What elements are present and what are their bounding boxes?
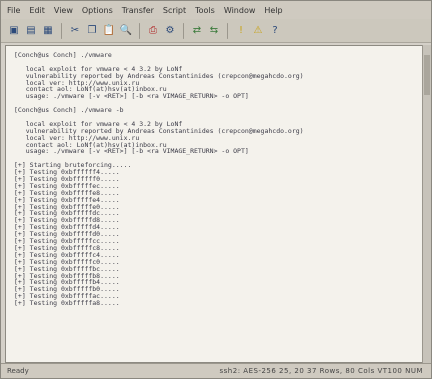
terminal-output: [Conch@us Conch] ./vmware local exploit … (14, 52, 418, 307)
menu-transfer[interactable]: Transfer (122, 6, 154, 15)
disconnect-icon[interactable]: ⇆ (207, 24, 221, 38)
status-bar: Ready ssh2: AES-256 25, 20 37 Rows, 80 C… (1, 363, 431, 378)
toolbar-separator (139, 22, 140, 39)
status-left: Ready (7, 367, 29, 375)
new-icon[interactable]: ▣ (7, 24, 21, 38)
menu-edit[interactable]: Edit (29, 6, 45, 15)
settings-icon[interactable]: ⚙ (163, 24, 177, 38)
find-icon[interactable]: 🔍 (119, 24, 133, 38)
print-icon[interactable]: ⎙ (146, 24, 160, 38)
toolbar: ▣ ▤ ▦ ✂ ❐ 📋 🔍 ⎙ ⚙ ⇄ ⇆! ⚠? (1, 19, 431, 43)
console-line: usage: ./vmware [-v <RET>] [-b <ra VIMAG… (14, 92, 249, 101)
status-right: ssh2: AES-256 25, 20 37 Rows, 80 Cols VT… (219, 367, 423, 375)
menu-script[interactable]: Script (163, 6, 186, 15)
console-line: [+] Testing 0xbfffffa8..... (14, 299, 120, 308)
info-icon[interactable]: ! (234, 24, 248, 38)
open-icon[interactable]: ▤ (24, 24, 38, 38)
menu-window[interactable]: Window (224, 6, 256, 15)
toolbar-separator (61, 22, 62, 39)
console-line: [Conch@us Conch] ./vmware (14, 51, 112, 59)
console-line: [Conch@us Conch] ./vmware -b (14, 106, 124, 115)
connect-icon[interactable]: ⇄ (190, 24, 204, 38)
toolbar-separator (227, 22, 228, 39)
terminal-window: File Edit View Options Transfer Script Tools Wi… (0, 0, 432, 379)
console-line: usage: ./vmware [-v <RET>] [-b <ra VIMAG… (14, 147, 249, 156)
vertical-scrollbar[interactable] (422, 45, 431, 363)
menu-options[interactable]: Options (82, 6, 113, 15)
terminal-pane[interactable]: [Conch@us Conch] ./vmware local exploit … (5, 45, 423, 363)
warning-icon[interactable]: ⚠ (251, 24, 265, 38)
menu-view[interactable]: View (54, 6, 73, 15)
menu-help[interactable]: Help (264, 6, 282, 15)
scrollbar-thumb[interactable] (424, 55, 430, 95)
menu-bar: File Edit View Options Transfer Script Tools Wi… (1, 1, 431, 19)
menu-tools[interactable]: Tools (195, 6, 215, 15)
cut-icon[interactable]: ✂ (68, 24, 82, 38)
menu-file[interactable]: File (7, 6, 20, 15)
paste-icon[interactable]: 📋 (102, 24, 116, 38)
save-icon[interactable]: ▦ (41, 24, 55, 38)
copy-icon[interactable]: ❐ (85, 24, 99, 38)
help-icon[interactable]: ? (268, 24, 282, 38)
toolbar-separator (183, 22, 184, 39)
